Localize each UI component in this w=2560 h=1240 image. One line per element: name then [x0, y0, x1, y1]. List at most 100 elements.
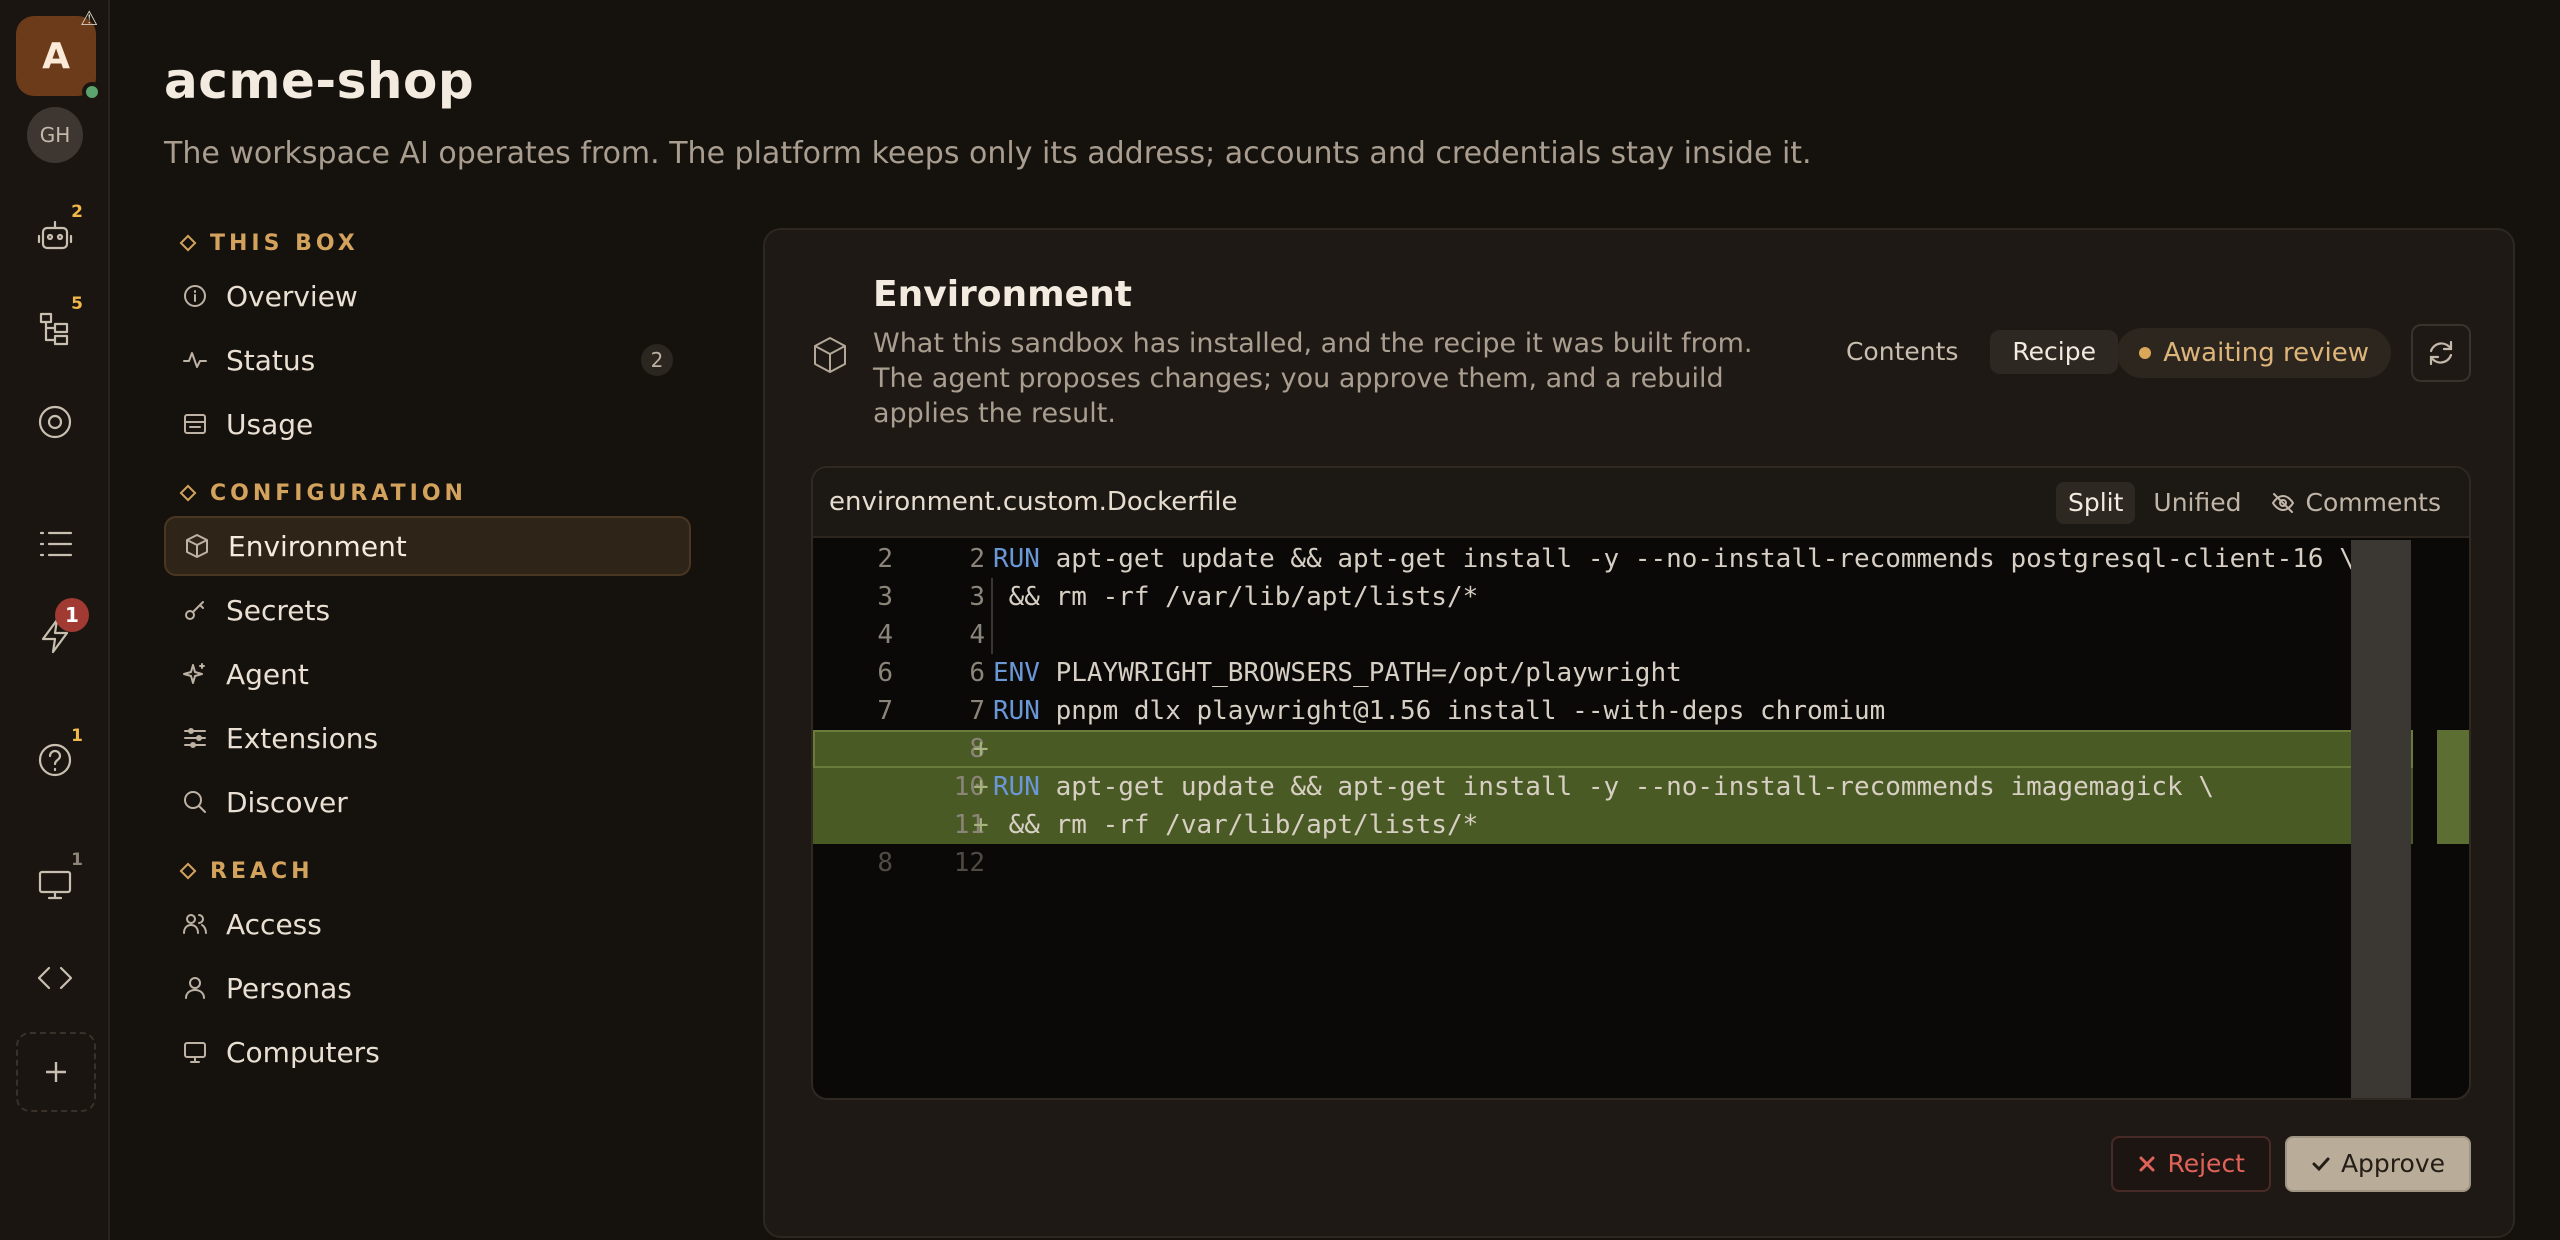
mode-split[interactable]: Split [2055, 482, 2136, 524]
workspace-avatar[interactable]: A ⚠ [16, 6, 102, 102]
diff-line: 6 6 ENV PLAYWRIGHT_BROWSERS_PATH=/opt/play… [813, 654, 2413, 692]
nav-item-overview[interactable]: Overview [164, 266, 691, 326]
rail-help-button[interactable]: 1 [27, 726, 83, 788]
rail-computers-button[interactable]: 1 [27, 850, 83, 912]
cube-icon [186, 534, 208, 558]
code-rest: apt-get update && apt-get install -y --n… [1039, 544, 2355, 574]
rail-tree-button[interactable]: 5 [27, 294, 83, 356]
diff-marker: + [973, 810, 989, 840]
panel-title: Environment [873, 274, 1132, 315]
nav-section-label: CONFIGURATION [210, 480, 467, 506]
rail-badge: 1 [71, 726, 83, 746]
nav-section-reach: REACH [164, 848, 691, 894]
rail-watch-button[interactable] [27, 394, 83, 450]
tab-recipe[interactable]: Recipe [1990, 330, 2118, 374]
new-line-number: 3 [969, 582, 985, 612]
new-line-number: 2 [969, 544, 985, 574]
diff-line: 2 2 RUN apt-get update && apt-get install … [813, 540, 2413, 578]
search-icon [184, 791, 206, 813]
approve-button[interactable]: Approve [2284, 1136, 2471, 1192]
diff-line-added: 11 + && rm -rf /var/lib/apt/lists/* [813, 806, 2413, 844]
check-icon [2312, 1157, 2330, 1172]
rail-code-button[interactable] [27, 950, 83, 1006]
nav-item-secrets[interactable]: Secrets [164, 580, 691, 640]
nav-section-label: THIS BOX [210, 230, 359, 256]
nav-item-label: Extensions [226, 721, 379, 755]
nav-item-label: Discover [226, 785, 348, 819]
nav-section-label: REACH [210, 858, 314, 884]
nav-section-configuration: CONFIGURATION [164, 470, 691, 516]
rail-list-button[interactable] [27, 516, 83, 572]
rail-triggers-button[interactable]: 1 [27, 598, 89, 664]
old-line-number: 2 [877, 544, 893, 574]
nav-item-environment[interactable]: Environment [164, 516, 691, 576]
code-rest: && rm -rf /var/lib/apt/lists/* [993, 582, 1479, 612]
online-status-dot [82, 82, 102, 102]
sliders-icon [184, 728, 206, 748]
nav-item-label: Access [226, 907, 322, 941]
refresh-button[interactable] [2411, 324, 2471, 382]
nav-item-label: Computers [226, 1035, 380, 1069]
nav-item-computers[interactable]: Computers [164, 1022, 691, 1082]
nav-item-label: Usage [226, 407, 314, 441]
old-line-number: 4 [877, 620, 893, 650]
settings-nav: THIS BOX Overview Status 2 Usage CONFIGU… [164, 220, 691, 1086]
new-line-number: 7 [969, 696, 985, 726]
code-text: && rm -rf /var/lib/apt/lists/* [993, 806, 1479, 844]
code-keyword: RUN [993, 772, 1040, 802]
reject-button[interactable]: Reject [2111, 1136, 2271, 1192]
key-icon [185, 601, 204, 620]
code-icon [37, 966, 73, 990]
reject-label: Reject [2167, 1149, 2245, 1178]
icon-rail: A ⚠ GH 2 5 1 1 1 [0, 0, 110, 1240]
nav-item-access[interactable]: Access [164, 894, 691, 954]
nav-item-label: Secrets [226, 593, 331, 627]
rail-agents-button[interactable]: 2 [27, 202, 83, 264]
nav-item-agent[interactable]: Agent [164, 644, 691, 704]
status-label: Awaiting review [2163, 338, 2369, 368]
rail-badge: 5 [71, 294, 83, 314]
robot-icon [37, 220, 73, 250]
mode-unified[interactable]: Unified [2141, 482, 2253, 524]
approve-label: Approve [2340, 1149, 2445, 1178]
status-badge: Awaiting review [2117, 328, 2391, 378]
code-keyword: ENV [993, 658, 1040, 688]
account-avatar[interactable]: GH [27, 107, 83, 163]
diff-minimap-change-marker [2437, 730, 2469, 844]
nav-item-label: Personas [226, 971, 352, 1005]
view-toggle: Contents Recipe [1824, 330, 2118, 374]
user-icon [185, 977, 205, 999]
nav-item-personas[interactable]: Personas [164, 958, 691, 1018]
nav-item-label: Status [226, 343, 316, 377]
diff-line-added: 10 + RUN apt-get update && apt-get install… [813, 768, 2413, 806]
new-line-number: 4 [969, 620, 985, 650]
nav-item-usage[interactable]: Usage [164, 394, 691, 454]
nav-item-label: Overview [226, 279, 358, 313]
code-lines: 2 2 RUN apt-get update && apt-get install … [813, 540, 2413, 882]
code-text: && rm -rf /var/lib/apt/lists/* [993, 578, 1479, 616]
sparkle-icon [183, 663, 205, 684]
page-title: acme-shop [164, 52, 475, 110]
nav-item-status[interactable]: Status 2 [164, 330, 691, 390]
add-workspace-button[interactable] [16, 1032, 96, 1112]
rail-badge: 2 [71, 202, 83, 222]
nav-item-extensions[interactable]: Extensions [164, 708, 691, 768]
diamond-icon [179, 484, 197, 502]
code-text: RUN pnpm dlx playwright@1.56 install --w… [993, 692, 1885, 730]
comments-toggle[interactable]: Comments [2259, 482, 2453, 524]
usage-icon [184, 414, 206, 434]
diff-scrollbar[interactable] [2351, 540, 2411, 1098]
status-dot [2139, 347, 2152, 359]
diff-line: 7 7 RUN pnpm dlx playwright@1.56 install -… [813, 692, 2413, 730]
comments-label: Comments [2305, 488, 2441, 517]
diamond-icon [179, 234, 197, 252]
eye-icon [38, 405, 72, 439]
tab-contents[interactable]: Contents [1824, 330, 1980, 374]
nav-item-discover[interactable]: Discover [164, 772, 691, 832]
rail-badge: 1 [71, 850, 83, 870]
info-icon [184, 285, 206, 307]
code-rest: PLAYWRIGHT_BROWSERS_PATH=/opt/playwright [1039, 658, 1682, 688]
new-line-number: 6 [969, 658, 985, 688]
old-line-number: 7 [877, 696, 893, 726]
new-line-number: 12 [953, 848, 985, 878]
